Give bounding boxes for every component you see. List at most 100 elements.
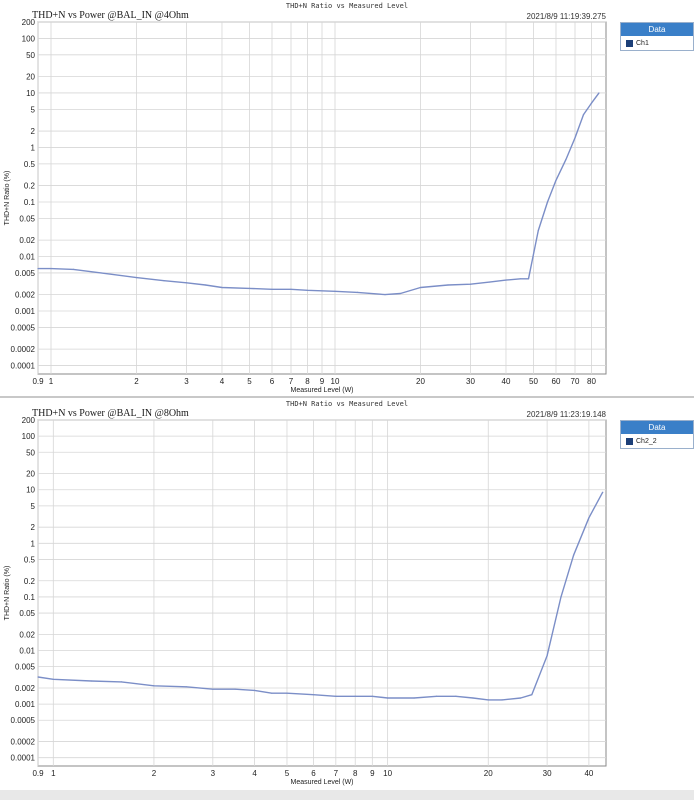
y-tick-label: 0.0001 (11, 362, 36, 371)
data-point (399, 292, 402, 295)
data-point (387, 697, 389, 699)
data-point (52, 678, 54, 680)
x-tick-label: 70 (571, 377, 580, 386)
x-tick-label: 30 (466, 377, 475, 386)
chart-panel-bottom: THD+N Ratio vs Measured Level THD+N vs P… (0, 398, 694, 790)
y-tick-label: 50 (26, 448, 35, 457)
x-tick-label: 1 (51, 769, 56, 778)
data-point (598, 92, 600, 94)
data-point (505, 279, 507, 281)
data-point (212, 688, 214, 690)
data-point (560, 596, 562, 598)
x-tick-label: 8 (305, 377, 310, 386)
x-tick-label: 20 (484, 769, 493, 778)
chart-svg-bottom: 0.9 1 2 3 4 5 6 7 8 9 10 20 30 40 200 100 50 20 10 5 2 1 0.5 0.… (4, 416, 607, 786)
y-tick-label: 0.0001 (11, 754, 36, 763)
y-tick-label: 100 (22, 34, 36, 43)
x-tick-label: 7 (334, 769, 339, 778)
data-point (248, 287, 251, 290)
data-point (185, 686, 187, 688)
x-tick-label: 80 (587, 377, 596, 386)
data-point (455, 695, 457, 697)
x-tick-label: 6 (311, 769, 316, 778)
x-tick-label: 4 (220, 377, 225, 386)
data-point (335, 695, 337, 697)
chart-svg-top: 0.9 1 2 3 4 5 6 7 8 9 10 20 30 40 50 60 70 80200100502010… (4, 18, 607, 394)
x-tick-label: 1 (49, 377, 54, 386)
y-tick-label: 10 (26, 486, 35, 495)
data-point (546, 201, 549, 203)
y-tick-label: 0.05 (19, 214, 35, 223)
x-tick-label: 10 (383, 769, 392, 778)
y-tick-label: 0.001 (15, 700, 36, 709)
data-point (419, 286, 422, 289)
data-point (334, 290, 336, 292)
x-tick-label: 5 (247, 377, 252, 386)
x-tick-label: 4 (252, 769, 257, 778)
data-point (472, 697, 474, 699)
data-point (371, 695, 373, 697)
data-point (487, 699, 489, 701)
x-tick-label: 40 (584, 769, 593, 778)
y-tick-label: 0.001 (15, 307, 36, 316)
y-tick-label: 200 (22, 416, 36, 425)
y-tick-label: 0.005 (15, 269, 36, 278)
data-point (312, 694, 315, 696)
data-point (271, 288, 273, 290)
data-point (290, 288, 292, 290)
data-point (565, 158, 567, 161)
x-tick-label: 8 (353, 769, 358, 778)
x-tick-label: 50 (529, 377, 538, 386)
y-tick-label: 0.1 (24, 198, 36, 207)
data-point (447, 284, 449, 286)
data-point (234, 688, 236, 690)
x-tick-label: 20 (416, 377, 425, 386)
footer-strip (0, 790, 694, 800)
x-tick-label: 9 (320, 377, 325, 386)
data-point (306, 289, 309, 291)
y-tick-label: 0.002 (15, 684, 36, 693)
y-axis-label: THD+N Ratio (%) (4, 171, 11, 226)
data-point (488, 281, 491, 283)
x-tick-label: 5 (285, 769, 290, 778)
data-point (588, 517, 590, 519)
data-point (582, 114, 585, 116)
x-tick-label: 7 (289, 377, 294, 386)
data-point (384, 294, 386, 296)
y-tick-label: 20 (26, 470, 35, 479)
data-point (531, 694, 533, 696)
data-point (163, 280, 165, 282)
y-tick-label: 0.01 (19, 647, 35, 656)
data-point (37, 268, 39, 270)
data-point (469, 283, 472, 285)
data-point (435, 695, 438, 697)
data-point (356, 291, 359, 293)
plot-area (37, 419, 607, 767)
y-tick-label: 100 (22, 432, 36, 441)
data-point (354, 695, 356, 697)
x-tick-label: 10 (331, 377, 340, 386)
data-point (153, 685, 155, 687)
y-tick-label: 5 (31, 502, 36, 511)
x-tick-label: 9 (370, 769, 375, 778)
x-tick-label: 0.9 (32, 377, 44, 386)
x-tick-label: 30 (543, 769, 552, 778)
data-point (185, 282, 188, 284)
data-point (50, 268, 52, 270)
data-point (90, 680, 92, 682)
y-tick-label: 2 (31, 523, 36, 532)
data-point (573, 554, 575, 556)
data-point (574, 137, 576, 139)
y-tick-label: 0.005 (15, 663, 36, 672)
y-tick-label: 0.02 (19, 236, 35, 245)
data-point (602, 491, 604, 493)
data-point (221, 286, 223, 289)
y-axis-label: THD+N Ratio (%) (4, 566, 11, 621)
y-tick-label: 5 (31, 105, 36, 114)
data-point (527, 278, 530, 280)
data-point (100, 272, 102, 274)
data-point (72, 268, 75, 271)
y-tick-label: 10 (26, 89, 35, 98)
data-point (271, 692, 273, 694)
y-tick-label: 2 (31, 127, 36, 136)
